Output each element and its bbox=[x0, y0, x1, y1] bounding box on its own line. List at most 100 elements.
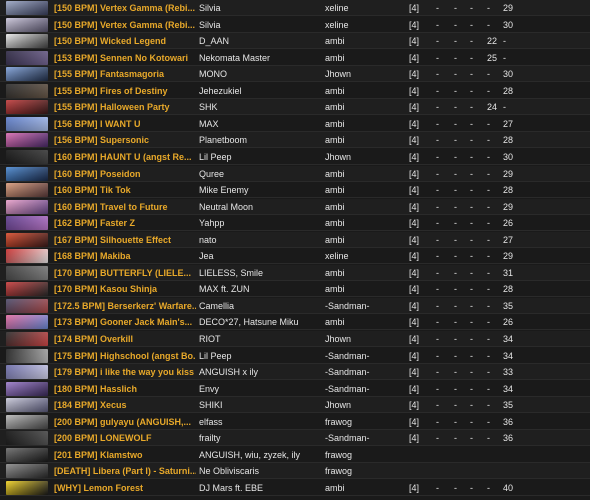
table-row[interactable]: [200 BPM] gulyayu (ANGUISH,... elfass fraw… bbox=[0, 413, 590, 430]
difficulty-cell: - bbox=[454, 218, 457, 229]
table-row[interactable]: [160 BPM] HAUNT U (angst Re... Lil Peep Jh… bbox=[0, 148, 590, 165]
table-row[interactable]: [162 BPM] Faster Z Yahpp ambi [4] - - - - 26 bbox=[0, 215, 590, 232]
table-row[interactable]: [156 BPM] I WANT U MAX ambi [4] - - - - 27 bbox=[0, 115, 590, 132]
table-row[interactable]: [155 BPM] Fires of Destiny Jehezukiel ambi… bbox=[0, 82, 590, 99]
difficulty-cell: - bbox=[436, 433, 439, 444]
difficulty-cell: - bbox=[454, 416, 457, 427]
difficulty-cell: - bbox=[454, 267, 457, 278]
song-title-link[interactable]: [156 BPM] I WANT U bbox=[54, 116, 196, 132]
song-title-link[interactable]: [175 BPM] Highschool (angst Bo... bbox=[54, 348, 196, 364]
difficulty-values bbox=[409, 463, 569, 479]
difficulty-values: [4] - - - - 26 bbox=[409, 314, 569, 330]
song-title-link[interactable]: [150 BPM] Wicked Legend bbox=[54, 33, 196, 49]
song-title-link[interactable]: [174 BPM] Overkill bbox=[54, 331, 196, 347]
song-title-link[interactable]: [156 BPM] Supersonic bbox=[54, 132, 196, 148]
difficulty-cell: [4] bbox=[409, 185, 420, 196]
song-title-link[interactable]: [180 BPM] Hasslich bbox=[54, 381, 196, 397]
difficulty-values: [4] - - - - 29 bbox=[409, 166, 569, 182]
mapper-name: -Sandman- bbox=[325, 433, 370, 444]
song-title-link[interactable]: [200 BPM] gulyayu (ANGUISH,... bbox=[54, 414, 196, 430]
song-title-link[interactable]: [162 BPM] Faster Z bbox=[54, 215, 196, 231]
mapper-name: -Sandman- bbox=[325, 350, 370, 361]
difficulty-cell: - bbox=[454, 19, 457, 30]
table-row[interactable]: [160 BPM] Tik Tok Mike Enemy ambi [4] - - - - 28 bbox=[0, 182, 590, 199]
mapper-name: ambi bbox=[325, 102, 345, 113]
difficulty-cell: [4] bbox=[409, 383, 420, 394]
table-row[interactable]: [184 BPM] Xecus SHIKI Jhown [4] - - - - 35 bbox=[0, 397, 590, 414]
artist-name: SHIKI bbox=[199, 400, 223, 411]
table-row[interactable]: [200 BPM] LONEWOLF frailty -Sandman- [4] - - -… bbox=[0, 430, 590, 447]
song-title-link[interactable]: [155 BPM] Fantasmagoria bbox=[54, 66, 196, 82]
difficulty-cell: - bbox=[454, 251, 457, 262]
table-row[interactable]: [168 BPM] Makiba Jea xeline [4] - - - - 29 bbox=[0, 248, 590, 265]
song-title-link[interactable]: [160 BPM] Poseidon bbox=[54, 166, 196, 182]
difficulty-cell: - bbox=[487, 383, 490, 394]
table-row[interactable]: [155 BPM] Halloween Party SHK ambi [4] - - -24… bbox=[0, 99, 590, 116]
song-thumbnail bbox=[6, 216, 48, 231]
difficulty-values: [4] - - - - 30 bbox=[409, 17, 569, 33]
table-row[interactable]: [156 BPM] Supersonic Planetboom ambi [4] - - -… bbox=[0, 132, 590, 149]
song-title-link[interactable]: [170 BPM] Kasou Shinja bbox=[54, 281, 196, 297]
table-row[interactable]: [160 BPM] Travel to Future Neutral Moon am… bbox=[0, 198, 590, 215]
difficulty-values: [4] - - - - 27 bbox=[409, 232, 569, 248]
difficulty-cell: - bbox=[470, 19, 473, 30]
table-row[interactable]: [173 BPM] Gooner Jack Main's... DECO*27, … bbox=[0, 314, 590, 331]
difficulty-cell: - bbox=[487, 151, 490, 162]
song-title-link[interactable]: [160 BPM] Travel to Future bbox=[54, 199, 196, 215]
table-row[interactable]: [160 BPM] Poseidon Quree ambi [4] - - - - 29 bbox=[0, 165, 590, 182]
mapper-name: -Sandman- bbox=[325, 300, 370, 311]
difficulty-cell: 31 bbox=[503, 267, 514, 278]
difficulty-cell: - bbox=[436, 201, 439, 212]
table-row[interactable]: [174 BPM] Overkill RIOT Jhown [4] - - - - 34 bbox=[0, 331, 590, 347]
difficulty-cell: - bbox=[454, 284, 457, 295]
difficulty-cell: - bbox=[487, 135, 490, 146]
song-title-link[interactable]: [150 BPM] Vertex Gamma (Rebi... bbox=[54, 0, 196, 16]
table-row[interactable]: [WHY] Lemon Forest DJ Mars ft. EBE ambi [4]… bbox=[0, 479, 590, 496]
table-row[interactable]: [170 BPM] BUTTERFLY (LIELE... LIELESS, Sm… bbox=[0, 264, 590, 281]
difficulty-cell: - bbox=[470, 267, 473, 278]
song-title-link[interactable]: [170 BPM] BUTTERFLY (LIELE... bbox=[54, 265, 196, 281]
difficulty-cell: - bbox=[454, 367, 457, 378]
song-title-link[interactable]: [200 BPM] LONEWOLF bbox=[54, 430, 196, 446]
song-title-link[interactable]: [167 BPM] Silhouette Effect bbox=[54, 232, 196, 248]
table-row[interactable]: [167 BPM] Silhouette Effect nato ambi [4] - -… bbox=[0, 231, 590, 248]
table-row[interactable]: [150 BPM] Vertex Gamma (Rebi... Silvia xel… bbox=[0, 0, 590, 16]
artist-name: D_AAN bbox=[199, 36, 230, 47]
table-row[interactable]: [175 BPM] Highschool (angst Bo... Lil Pee… bbox=[0, 347, 590, 364]
mapper-name: xeline bbox=[325, 3, 349, 13]
table-row[interactable]: [150 BPM] Vertex Gamma (Rebi... Silvia xel… bbox=[0, 16, 590, 33]
song-title-link[interactable]: [160 BPM] HAUNT U (angst Re... bbox=[54, 149, 196, 165]
song-title-link[interactable]: [155 BPM] Halloween Party bbox=[54, 99, 196, 115]
song-title-link[interactable]: [184 BPM] Xecus bbox=[54, 397, 196, 413]
difficulty-cell: - bbox=[454, 85, 457, 96]
song-title-link[interactable]: [160 BPM] Tik Tok bbox=[54, 182, 196, 198]
table-row[interactable]: [201 BPM] Klamstwo ANGUISH, wiu, zyzek, i… bbox=[0, 446, 590, 463]
artist-name: Nekomata Master bbox=[199, 52, 271, 63]
song-title-link[interactable]: [173 BPM] Gooner Jack Main's... bbox=[54, 314, 196, 330]
song-title-link[interactable]: [DEATH] Libera (Part I) - Saturni... bbox=[54, 463, 196, 479]
table-row[interactable]: [153 BPM] Sennen No Kotowari Nekomata Mas… bbox=[0, 49, 590, 66]
song-title-link[interactable]: [172.5 BPM] Berserkerz' Warfare... bbox=[54, 298, 196, 314]
song-title-link[interactable]: [WHY] Lemon Forest bbox=[54, 480, 196, 496]
mapper-name: ambi bbox=[325, 118, 345, 129]
difficulty-cell: - bbox=[487, 482, 490, 493]
song-title-link[interactable]: [153 BPM] Sennen No Kotowari bbox=[54, 50, 196, 66]
table-row[interactable]: [180 BPM] Hasslich Envy -Sandman- [4] - - - - 34 bbox=[0, 380, 590, 397]
song-title-link[interactable]: [201 BPM] Klamstwo bbox=[54, 447, 196, 463]
song-title-link[interactable]: [150 BPM] Vertex Gamma (Rebi... bbox=[54, 17, 196, 33]
table-row[interactable]: [DEATH] Libera (Part I) - Saturni... Ne O… bbox=[0, 463, 590, 480]
song-title-link[interactable]: [168 BPM] Makiba bbox=[54, 248, 196, 264]
artist-name: SHK bbox=[199, 102, 218, 113]
difficulty-values: [4] - - - - 31 bbox=[409, 265, 569, 281]
song-title-link[interactable]: [179 BPM] i like the way you kiss ... bbox=[54, 364, 196, 380]
song-title-link[interactable]: [155 BPM] Fires of Destiny bbox=[54, 83, 196, 99]
table-row[interactable]: [170 BPM] Kasou Shinja MAX ft. ZUN ambi [4]… bbox=[0, 281, 590, 298]
table-row[interactable]: [179 BPM] i like the way you kiss ... ANG… bbox=[0, 364, 590, 381]
table-row[interactable]: [172.5 BPM] Berserkerz' Warfare... Camell… bbox=[0, 297, 590, 314]
difficulty-cell: [4] bbox=[409, 300, 420, 311]
difficulty-cell: - bbox=[470, 151, 473, 162]
table-row[interactable]: [150 BPM] Wicked Legend D_AAN ambi [4] - - -22… bbox=[0, 33, 590, 50]
difficulty-cell: 33 bbox=[503, 367, 514, 378]
table-row[interactable]: [155 BPM] Fantasmagoria MONO Jhown [4] - - - - 3… bbox=[0, 66, 590, 83]
difficulty-cell: [4] bbox=[409, 151, 420, 162]
